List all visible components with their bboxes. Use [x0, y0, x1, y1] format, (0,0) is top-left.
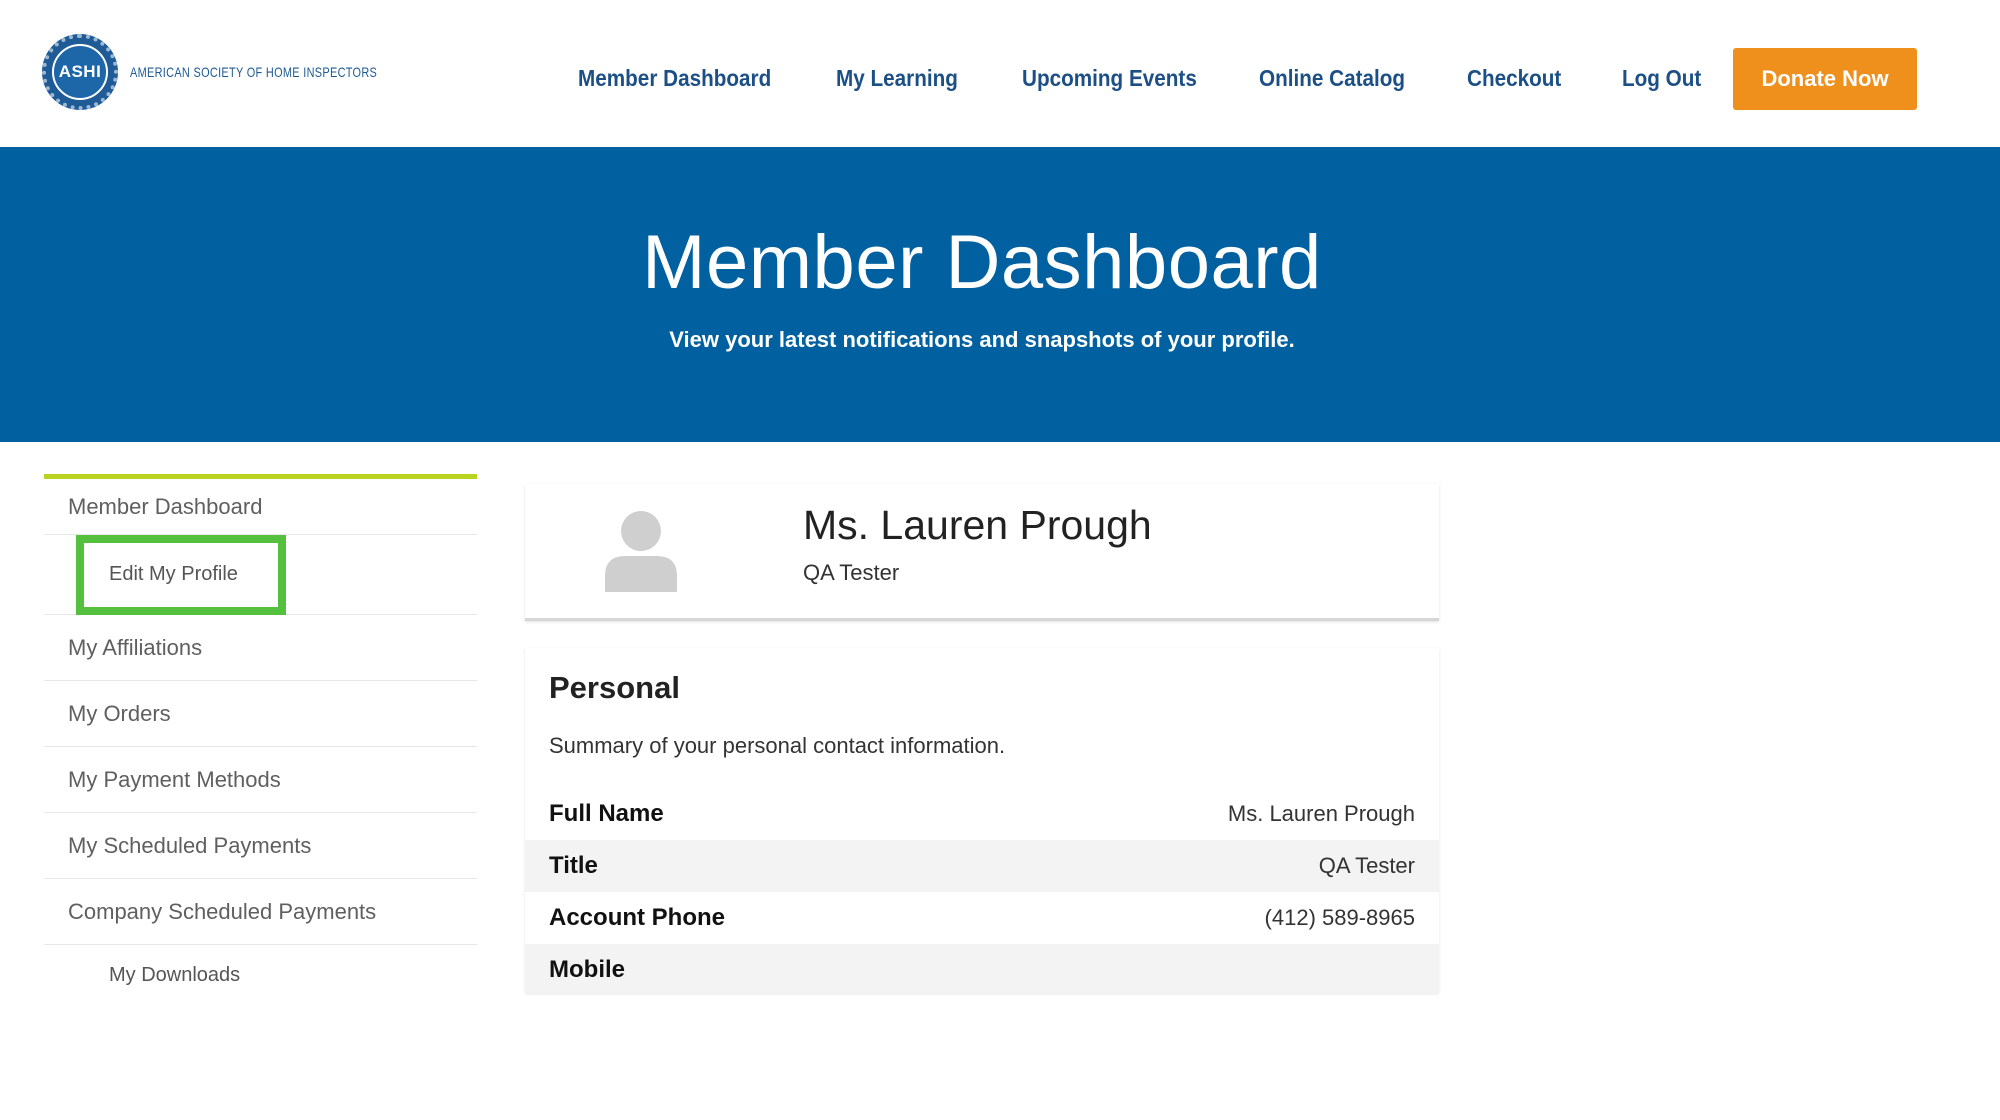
personal-heading: Personal	[549, 670, 680, 705]
info-row-value: Ms. Lauren Prough	[1227, 801, 1415, 826]
sidebar-item-label: Edit My Profile	[109, 563, 238, 585]
sidebar-item-edit-my-profile[interactable]: Edit My Profile	[44, 535, 477, 615]
sidebar-item-label: Member Dashboard	[68, 493, 263, 519]
sidebar-item-label: My Downloads	[109, 963, 241, 986]
info-row-label: Full Name	[549, 800, 664, 827]
sidebar-item-my-downloads[interactable]: My Downloads	[44, 945, 477, 1005]
profile-card: Ms. Lauren Prough QA Tester	[525, 484, 1439, 621]
ashi-logo-link[interactable]: ASHI AMERICAN SOCIETY OF HOME INSPECTORS	[42, 34, 447, 110]
info-row-value: QA Tester	[1318, 853, 1415, 878]
sidebar-item-label: My Orders	[68, 700, 171, 726]
sidebar-item-member-dashboard[interactable]: Member Dashboard	[44, 479, 477, 535]
page-subtitle: View your latest notifications and snaps…	[669, 327, 1295, 352]
info-row-label: Account Phone	[549, 904, 726, 931]
info-row-label: Title	[549, 852, 598, 879]
donate-now-button[interactable]: Donate Now	[1733, 48, 1917, 110]
sidebar-item-my-scheduled-payments[interactable]: My Scheduled Payments	[44, 813, 477, 879]
sidebar-item-label: Company Scheduled Payments	[68, 898, 377, 924]
info-row-value: (412) 589-8965	[1264, 905, 1415, 930]
profile-name: Ms. Lauren Prough	[803, 502, 1152, 548]
sidebar-item-my-affiliations[interactable]: My Affiliations	[44, 615, 477, 681]
dashboard-sidebar: Member Dashboard Edit My Profile My Affi…	[44, 474, 477, 1004]
personal-description: Summary of your personal contact informa…	[549, 733, 1006, 758]
hero-banner: Member Dashboard View your latest notifi…	[0, 147, 2000, 442]
logo-seal-text: ASHI	[52, 44, 108, 100]
sidebar-item-my-orders[interactable]: My Orders	[44, 681, 477, 747]
nav-member-dashboard[interactable]: Member Dashboard	[578, 48, 771, 108]
info-row-full-name: Full Name Ms. Lauren Prough	[525, 788, 1439, 840]
ashi-seal-icon: ASHI	[42, 34, 118, 110]
sidebar-item-my-payment-methods[interactable]: My Payment Methods	[44, 747, 477, 813]
info-row-account-phone: Account Phone (412) 589-8965	[525, 892, 1439, 944]
personal-info-card: Personal Summary of your personal contac…	[525, 648, 1439, 993]
sidebar-item-label: My Scheduled Payments	[68, 832, 312, 858]
info-row-mobile: Mobile	[525, 944, 1439, 993]
info-row-label: Mobile	[549, 956, 625, 983]
sidebar-item-company-scheduled-payments[interactable]: Company Scheduled Payments	[44, 879, 477, 945]
nav-online-catalog[interactable]: Online Catalog	[1259, 48, 1405, 108]
info-row-title: Title QA Tester	[525, 840, 1439, 892]
sidebar-item-label: My Affiliations	[68, 634, 203, 660]
sidebar-item-label: My Payment Methods	[68, 766, 281, 792]
page-title: Member Dashboard	[642, 220, 1322, 305]
nav-upcoming-events[interactable]: Upcoming Events	[1022, 48, 1197, 108]
nav-my-learning[interactable]: My Learning	[836, 48, 958, 108]
profile-title: QA Tester	[803, 560, 900, 585]
nav-checkout[interactable]: Checkout	[1467, 48, 1561, 108]
logo-org-name: AMERICAN SOCIETY OF HOME INSPECTORS	[130, 64, 378, 80]
avatar-placeholder-icon	[605, 511, 677, 592]
nav-log-out[interactable]: Log Out	[1622, 48, 1701, 108]
site-header: ASHI AMERICAN SOCIETY OF HOME INSPECTORS…	[0, 0, 2000, 147]
